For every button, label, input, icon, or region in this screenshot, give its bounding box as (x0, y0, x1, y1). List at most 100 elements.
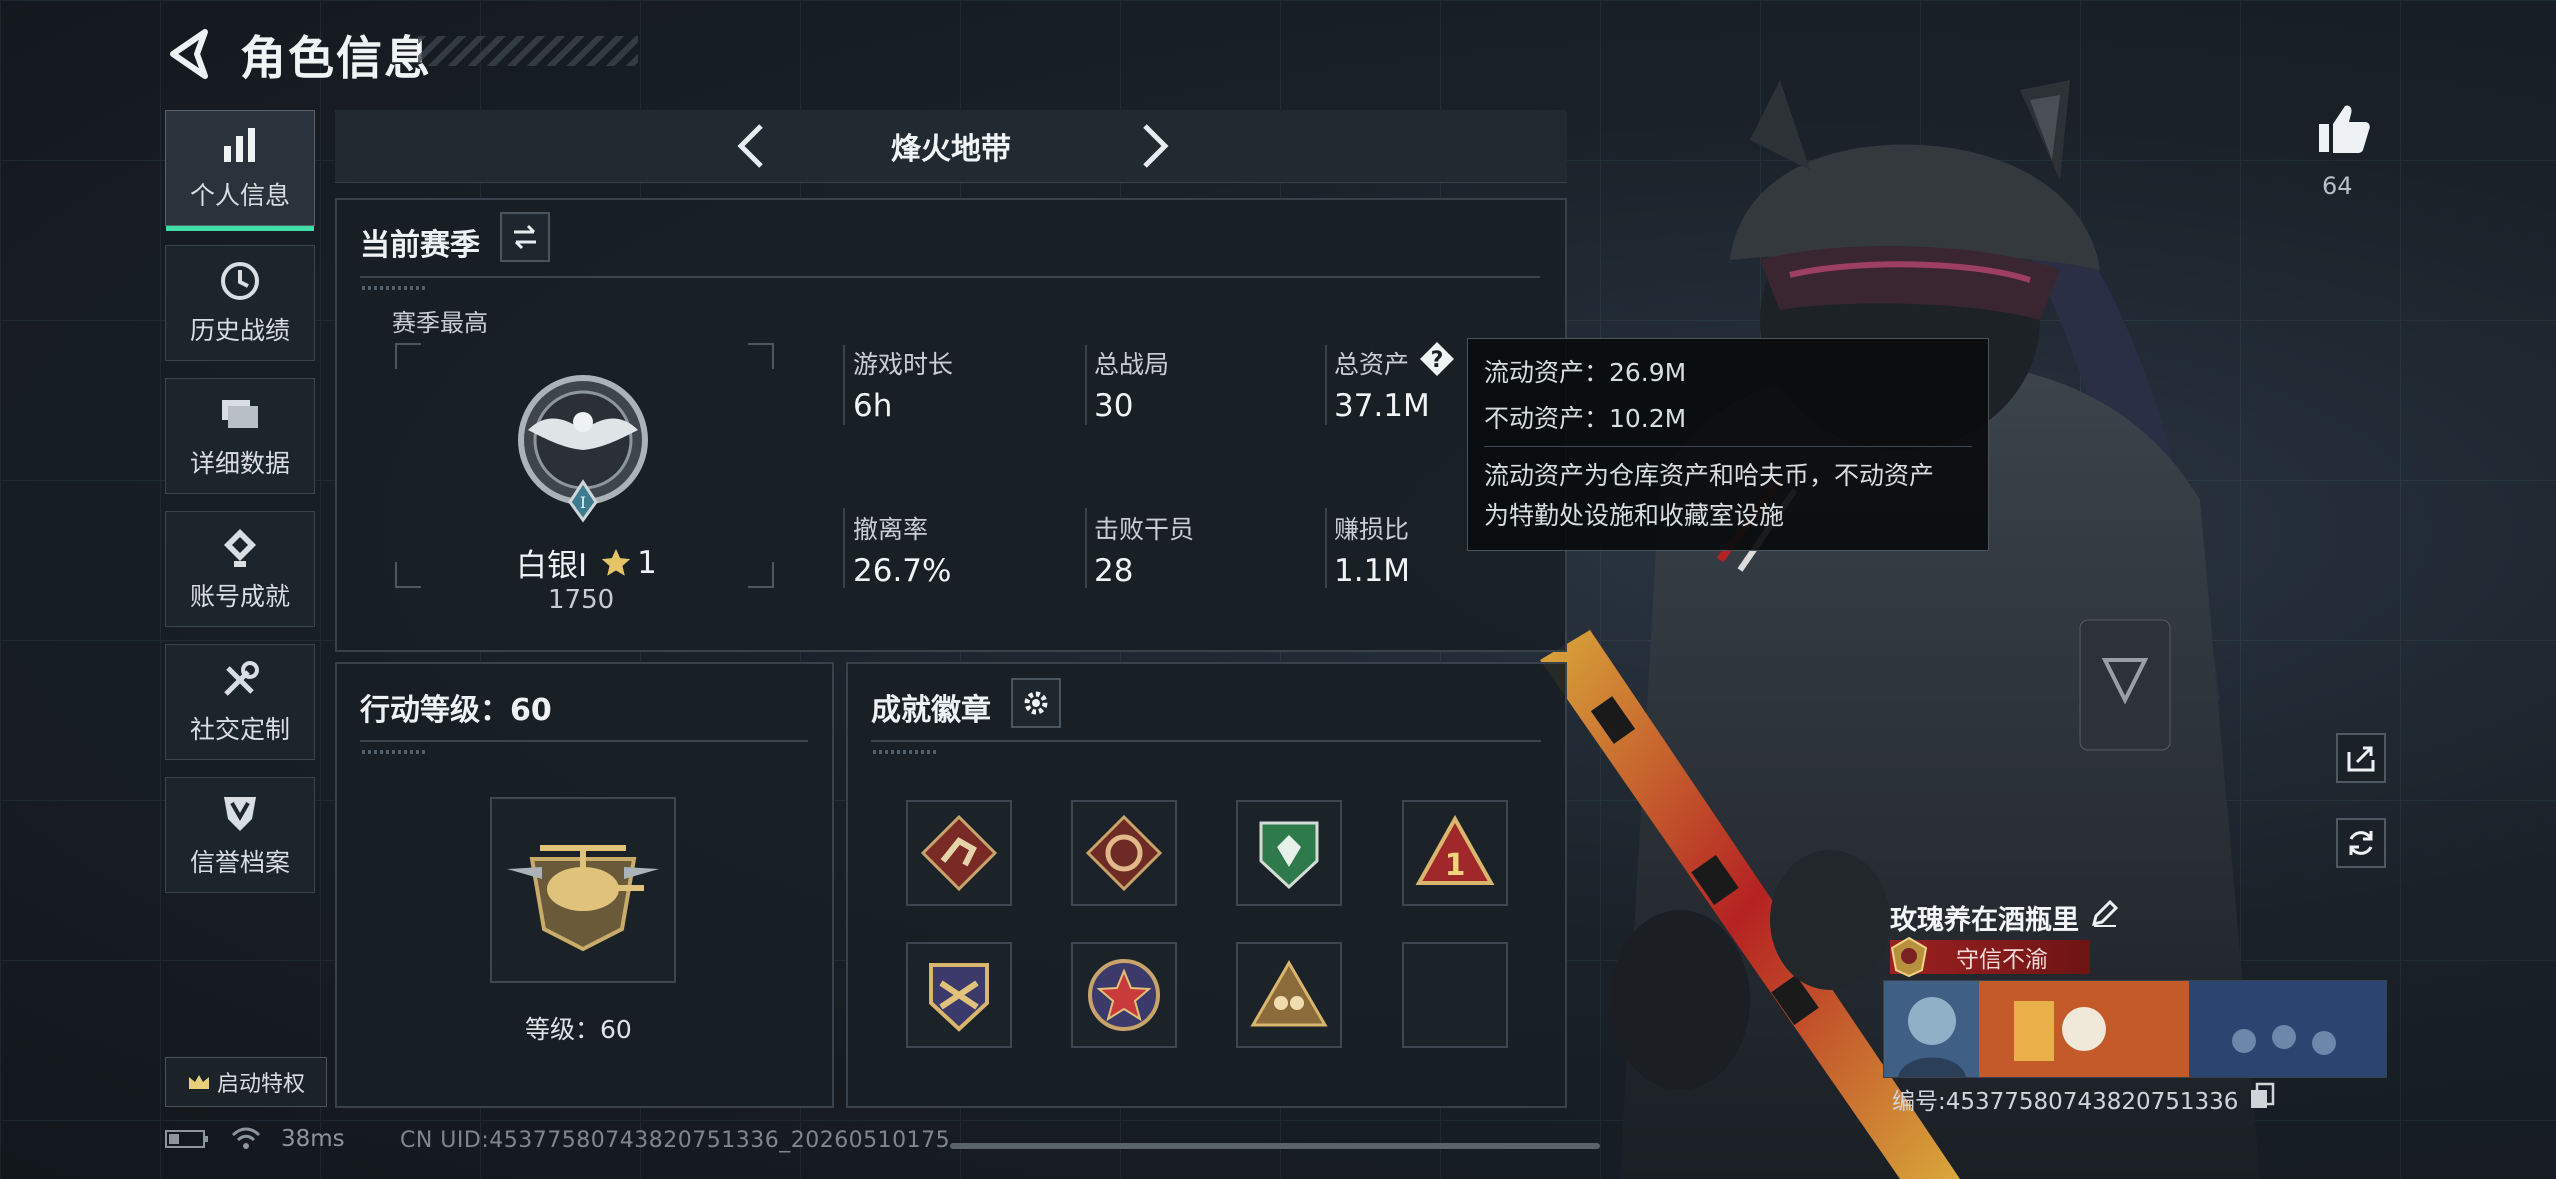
action-level-title: 行动等级：60 (360, 693, 552, 728)
thumbs-up-icon[interactable] (2315, 100, 2371, 156)
season-panel-title: 当前赛季 (360, 228, 480, 263)
shield-icon (224, 797, 256, 831)
divider-tick (873, 750, 937, 754)
sidebar-item-social[interactable]: 社交定制 (165, 644, 315, 760)
stat-label-profit-loss: 赚损比 (1334, 515, 1410, 544)
frame-corner (395, 562, 421, 588)
rank-emblem-icon: I (518, 375, 648, 523)
mode-selector: 烽火地带 (335, 110, 1567, 183)
sidebar-item-label: 个人信息 (189, 181, 290, 210)
frame-corner (748, 562, 774, 588)
bar-chart-icon (224, 128, 255, 162)
achievement-badge[interactable] (1236, 800, 1342, 906)
stat-label-playtime: 游戏时长 (853, 350, 954, 379)
divider (360, 740, 808, 742)
privilege-label: 启动特权 (216, 1072, 305, 1097)
star-medal-badge-icon (1088, 959, 1160, 1031)
stat-value-extraction-rate: 26.7% (853, 553, 952, 589)
stat-separator (1325, 345, 1327, 425)
uid-text: CN UID:4537758074382075133​6_2026051017​… (400, 1128, 951, 1153)
star-icon (601, 548, 631, 576)
status-bar: 38ms (165, 1126, 345, 1152)
achievement-badge[interactable] (1071, 942, 1177, 1048)
folder-icon (222, 400, 258, 428)
tooltip-divider (1484, 446, 1972, 447)
stat-separator (1085, 345, 1087, 425)
rank-name: 白银I 1 (516, 540, 657, 585)
svg-text:I: I (580, 493, 586, 512)
profile-card-banner[interactable] (1883, 980, 2387, 1078)
level-label: 等级：60 (525, 1015, 632, 1044)
privilege-button[interactable]: 启动特权 (165, 1057, 327, 1107)
stat-value-operators-defeated: 28 (1094, 553, 1134, 589)
battery-icon (165, 1130, 208, 1148)
edit-icon[interactable] (2088, 898, 2120, 930)
divider-tick (362, 750, 426, 754)
tools-icon (224, 661, 259, 696)
gear-icon (1024, 691, 1048, 715)
achievements-title: 成就徽章 (871, 693, 991, 728)
back-arrow-icon[interactable] (165, 26, 215, 82)
sidebar-item-achievements[interactable]: 账号成就 (165, 511, 315, 627)
help-icon[interactable]: ? (1418, 340, 1456, 378)
first-place-badge-icon: 1 (1415, 814, 1495, 885)
wifi-icon (231, 1127, 261, 1149)
season-best-label: 赛季最高 (392, 309, 488, 337)
achievement-badge[interactable] (906, 800, 1012, 906)
sidebar-item-label: 历史战绩 (189, 316, 290, 345)
svg-text:?: ? (1431, 348, 1444, 373)
page-title: 角色信息 (240, 31, 432, 85)
frame-corner (748, 343, 774, 369)
achievement-badge[interactable] (906, 942, 1012, 1048)
achievement-badge[interactable] (1071, 800, 1177, 906)
like-count: 64 (2322, 172, 2353, 200)
achievements-settings-button[interactable] (1011, 678, 1061, 728)
stat-separator (843, 508, 845, 588)
share-icon (2347, 746, 2375, 772)
helicopter-emblem-icon (507, 845, 659, 952)
dragon-badge-icon (1085, 814, 1163, 892)
scroll-indicator[interactable] (950, 1143, 1600, 1149)
sidebar-item-credit[interactable]: 信誉档案 (165, 777, 315, 893)
swap-icon (514, 224, 536, 250)
divider (871, 740, 1541, 742)
stat-value-total-assets: 37.1M (1334, 388, 1430, 424)
tag-emblem-icon (1890, 936, 1928, 978)
crown-icon (188, 1075, 209, 1089)
share-button[interactable] (2336, 733, 2386, 783)
rank-name-text: 白银I (516, 548, 588, 584)
tag-text: 守信不渝 (1956, 947, 2048, 973)
stat-value-total-matches: 30 (1094, 388, 1134, 424)
refresh-icon (2349, 831, 2373, 855)
stat-separator (1325, 508, 1327, 588)
ping-value: 38ms (281, 1126, 345, 1152)
tooltip-liquid-assets: 流动资产：26.9M (1484, 358, 1687, 387)
sidebar-item-detailed-data[interactable]: 详细数据 (165, 378, 315, 494)
green-shield-badge-icon (1259, 821, 1319, 890)
achievement-badge-empty[interactable] (1402, 942, 1508, 1048)
tooltip-description-line2: 为特勤处设施和收藏室设施 (1484, 501, 1785, 530)
rank-stars: 1 (637, 544, 657, 581)
sidebar-item-label: 社交定制 (189, 715, 290, 744)
achievement-badge[interactable] (1236, 942, 1342, 1048)
stat-label-total-matches: 总战局 (1094, 350, 1170, 379)
sidebar-item-history[interactable]: 历史战绩 (165, 245, 315, 361)
clock-icon (221, 262, 259, 300)
next-mode-arrow-icon[interactable] (1125, 118, 1181, 174)
sidebar-item-label: 详细数据 (189, 449, 290, 478)
stat-label-total-assets: 总资产 (1334, 350, 1410, 379)
tooltip-fixed-assets: 不动资产：10.2M (1484, 404, 1687, 433)
stat-separator (1085, 508, 1087, 588)
achievement-badge[interactable]: 1 (1402, 800, 1508, 906)
divider-tick (362, 286, 426, 290)
sidebar-item-label: 账号成就 (189, 582, 290, 611)
stat-separator (843, 345, 845, 425)
switch-season-button[interactable] (500, 212, 550, 262)
copy-icon[interactable] (2249, 1082, 2275, 1110)
rank-score: 1750 (548, 585, 615, 615)
level-emblem-frame (490, 797, 676, 983)
mode-title: 烽火地带 (891, 132, 1011, 167)
refresh-button[interactable] (2336, 818, 2386, 868)
sidebar-item-personal-info[interactable]: 个人信息 (165, 110, 315, 231)
sidebar-item-label: 信誉档案 (189, 848, 290, 877)
